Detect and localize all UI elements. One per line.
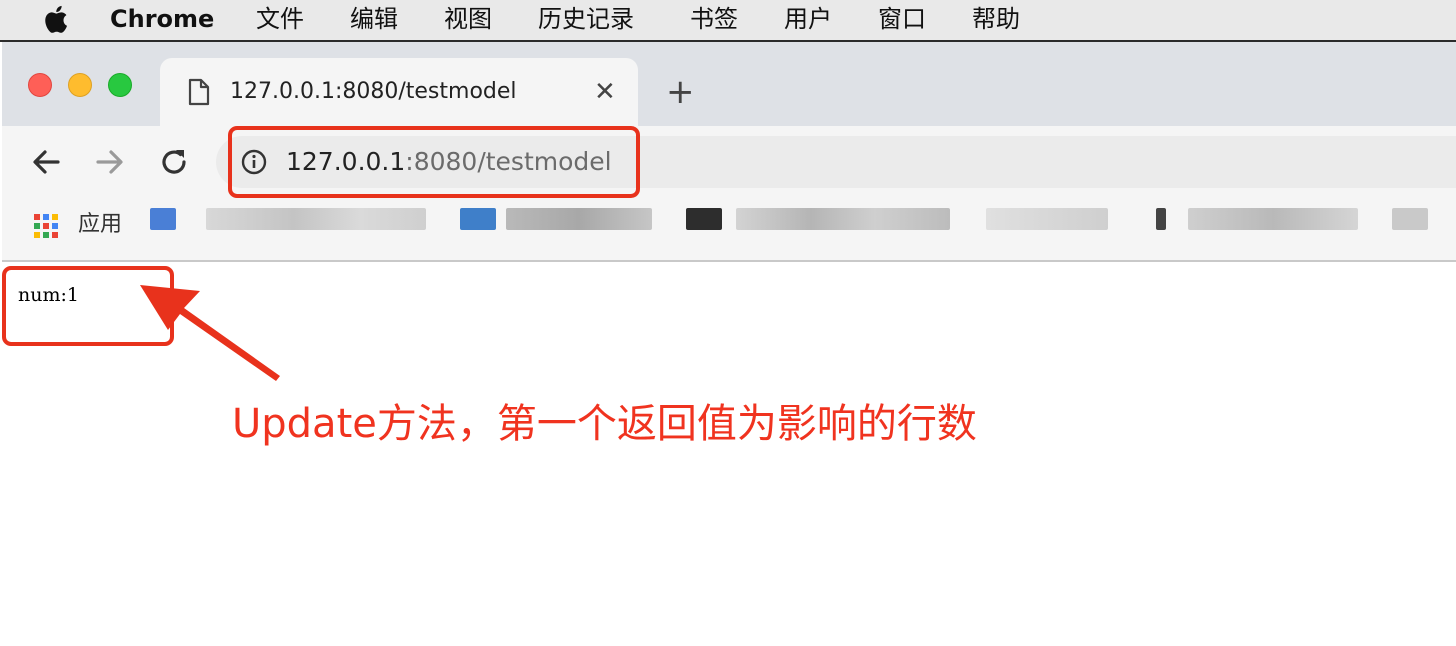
menu-bookmarks[interactable]: 书签 [690, 4, 738, 34]
bookmark-apps-label[interactable]: 应用 [78, 210, 122, 240]
bookmark-blurred[interactable] [986, 208, 1108, 230]
bookmark-blurred-icon[interactable] [1156, 208, 1166, 230]
tab-title: 127.0.0.1:8080/testmodel [230, 79, 517, 104]
zoom-window-button[interactable] [108, 73, 132, 97]
reload-icon[interactable] [156, 144, 192, 180]
bookmark-blurred[interactable] [506, 208, 652, 230]
menu-edit[interactable]: 编辑 [350, 4, 398, 34]
tab-close-icon[interactable]: ✕ [594, 76, 616, 108]
back-icon[interactable] [28, 144, 64, 180]
bookmark-blurred[interactable] [736, 208, 950, 230]
close-window-button[interactable] [28, 73, 52, 97]
menu-view[interactable]: 视图 [444, 4, 492, 34]
bookmark-blurred[interactable] [206, 208, 426, 230]
annotation-arrow [140, 285, 280, 381]
bookmark-blurred-icon[interactable] [686, 208, 722, 230]
bookmark-blurred[interactable] [1392, 208, 1428, 230]
bookmark-blurred-icon[interactable] [460, 208, 496, 230]
menu-window[interactable]: 窗口 [878, 4, 926, 34]
new-tab-button[interactable]: + [666, 72, 695, 112]
minimize-window-button[interactable] [68, 73, 92, 97]
page-icon [188, 78, 210, 106]
apps-grid-icon[interactable] [32, 212, 60, 240]
url-highlight-box [228, 126, 640, 198]
apple-icon[interactable] [42, 2, 72, 36]
menu-history[interactable]: 历史记录 [538, 4, 634, 34]
bookmark-blurred[interactable] [1188, 208, 1358, 230]
bookmark-blurred-icon[interactable] [150, 208, 176, 230]
mac-menu-bar: Chrome 文件 编辑 视图 历史记录 书签 用户 窗口 帮助 [0, 0, 1456, 42]
menu-help[interactable]: 帮助 [972, 4, 1020, 34]
menu-file[interactable]: 文件 [256, 4, 304, 34]
menu-people[interactable]: 用户 [784, 4, 832, 34]
menu-app-name[interactable]: Chrome [110, 4, 214, 34]
annotation-caption: Update方法，第一个返回值为影响的行数 [232, 401, 977, 447]
forward-icon[interactable] [92, 144, 128, 180]
